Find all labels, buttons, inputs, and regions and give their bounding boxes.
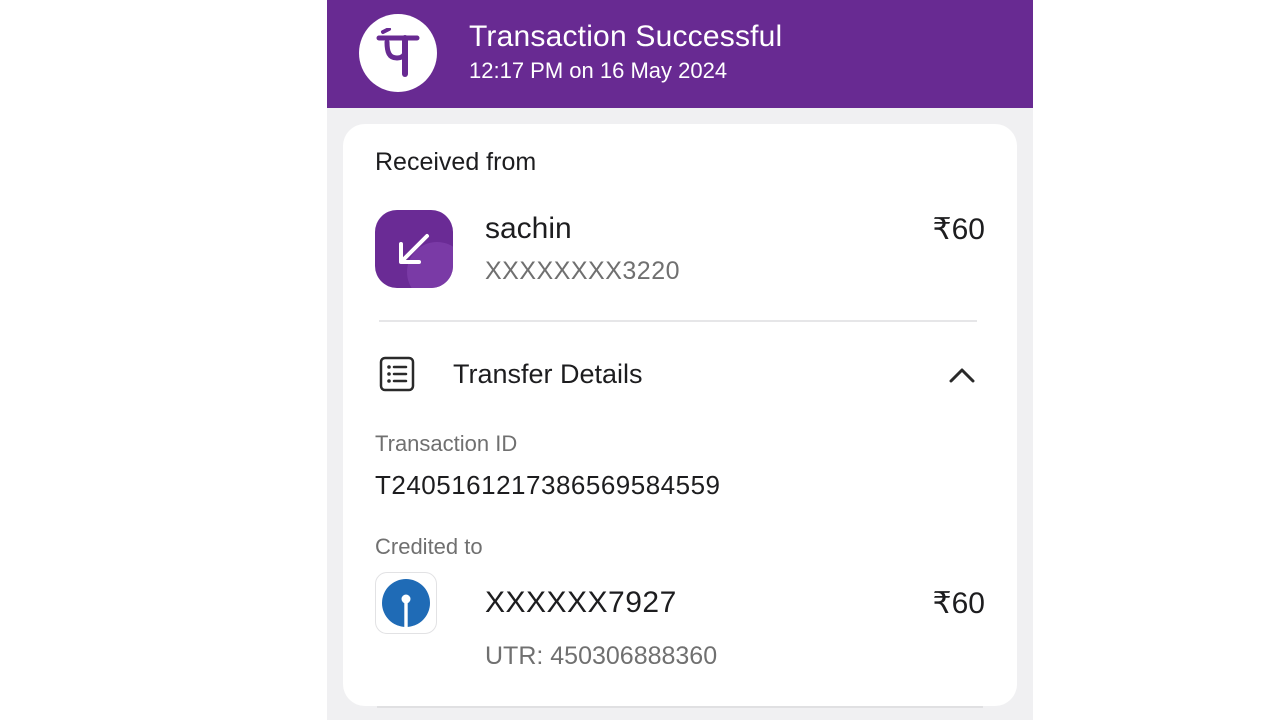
transaction-id-label: Transaction ID — [375, 431, 518, 456]
transaction-id-value: T2405161217386569584559 — [375, 470, 721, 500]
status-header: Transaction Successful 12:17 PM on 16 Ma… — [327, 0, 1033, 108]
divider — [379, 320, 977, 322]
receipt-list-icon — [379, 356, 415, 392]
utr-number: UTR: 450306888360 — [485, 642, 718, 670]
bank-logo — [375, 572, 437, 634]
chevron-up-icon[interactable] — [947, 364, 977, 386]
phonepe-logo — [359, 14, 437, 92]
phonepe-logo-icon — [376, 28, 420, 77]
transfer-details-toggle[interactable]: Transfer Details — [453, 359, 643, 390]
sender-name: sachin — [485, 212, 572, 245]
credited-account: XXXXXX7927 — [485, 586, 677, 619]
credited-to-label: Credited to — [375, 534, 483, 559]
divider — [377, 706, 983, 708]
received-amount: ₹60 — [932, 213, 985, 246]
credited-amount: ₹60 — [932, 587, 985, 620]
bank-logo-icon — [382, 579, 430, 627]
sender-account: XXXXXXXX3220 — [485, 257, 681, 285]
phone-screen: Transaction Successful 12:17 PM on 16 Ma… — [327, 0, 1033, 720]
transaction-status-title: Transaction Successful — [469, 20, 783, 53]
received-from-label: Received from — [375, 148, 537, 176]
incoming-arrow-icon — [375, 210, 453, 288]
transaction-card: Received from sachin XXXXXXXX3220 ₹60 Tr… — [343, 124, 1017, 706]
transaction-timestamp: 12:17 PM on 16 May 2024 — [469, 58, 728, 83]
